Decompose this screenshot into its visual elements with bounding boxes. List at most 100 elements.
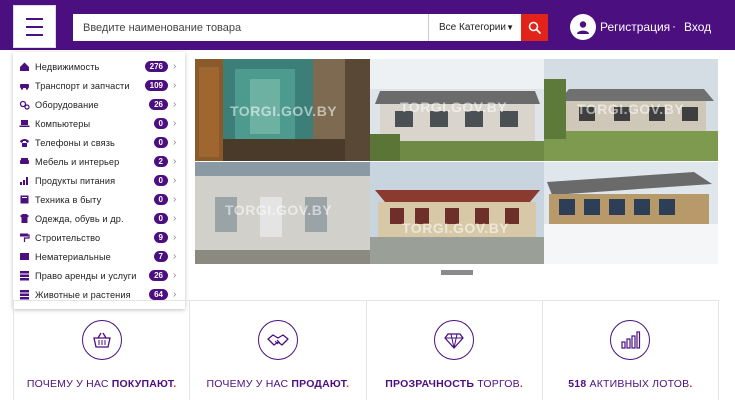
category-item[interactable]: Продукты питания 0 › <box>13 171 185 190</box>
category-count-badge: 9 <box>153 232 168 243</box>
category-label: Одежда, обувь и др. <box>35 213 124 224</box>
search-icon <box>528 21 541 34</box>
category-label: Телефоны и связь <box>35 137 115 148</box>
menu-line <box>26 25 43 28</box>
chevron-right-icon: › <box>173 213 177 224</box>
paint-roller-icon <box>19 232 30 243</box>
search-button[interactable] <box>521 14 548 41</box>
category-label: Животные и растения <box>35 289 131 300</box>
winter-building-photo <box>544 162 718 264</box>
feature-text: ПРОЗРАЧНОСТЬ ТОРГОВ. <box>385 378 523 390</box>
chevron-right-icon: › <box>173 270 177 281</box>
category-count-badge: 0 <box>153 137 168 148</box>
laptop-icon <box>19 118 30 129</box>
feature-text: ПОЧЕМУ У НАС ПОКУПАЮТ. <box>26 378 177 390</box>
search-bar: Все Категории ▼ <box>73 14 548 41</box>
category-count-badge: 7 <box>153 251 168 262</box>
lot-photo-gallery: TORGI.GOV.BY TORGI.GOV.BY TORGI.GOV.BY T… <box>195 59 718 264</box>
hamburger-menu-button[interactable] <box>13 5 56 48</box>
category-sidebar: Недвижимость 276 › Транспорт и запчасти 109 ›… <box>13 52 185 309</box>
handshake-icon <box>257 320 298 360</box>
category-item[interactable]: Одежда, обувь и др. 0 › <box>13 209 185 228</box>
phone-icon <box>19 137 30 148</box>
appliance-icon <box>19 194 30 205</box>
category-count-badge: 0 <box>153 118 168 129</box>
gallery-tile-rural-building[interactable]: TORGI.GOV.BY <box>370 59 544 161</box>
watermark: TORGI.GOV.BY <box>402 220 510 236</box>
gallery-tile-shop-building[interactable]: TORGI.GOV.BY <box>370 162 544 264</box>
category-item[interactable]: Техника в быту 0 › <box>13 190 185 209</box>
chart-bars-icon <box>19 175 30 186</box>
category-item[interactable]: Мебель и интерьер 2 › <box>13 152 185 171</box>
chevron-right-icon: › <box>173 251 177 262</box>
category-label: Техника в быту <box>35 194 102 205</box>
category-item[interactable]: Нематериальные 7 › <box>13 247 185 266</box>
chevron-right-icon: › <box>173 118 177 129</box>
gallery-pager-indicator[interactable] <box>441 270 473 275</box>
category-item[interactable]: Транспорт и запчасти 109 › <box>13 76 185 95</box>
chevron-right-icon: › <box>173 80 177 91</box>
menu-line <box>26 33 43 36</box>
category-count-badge: 0 <box>153 175 168 186</box>
category-count-badge: 26 <box>149 99 168 110</box>
gallery-tile-brick-building[interactable]: TORGI.GOV.BY <box>544 59 718 161</box>
house-icon <box>19 61 30 72</box>
header-separator: · <box>672 19 676 33</box>
category-count-badge: 276 <box>144 61 168 72</box>
category-count-badge: 2 <box>153 156 168 167</box>
gallery-tile-interior[interactable]: TORGI.GOV.BY <box>195 59 370 161</box>
category-item[interactable]: Оборудование 26 › <box>13 95 185 114</box>
gallery-tile-winter-building[interactable] <box>544 162 718 264</box>
features-row: ПОЧЕМУ У НАС ПОКУПАЮТ. ПОЧЕМУ У НАС ПРОД… <box>13 300 719 400</box>
menu-line <box>26 17 43 20</box>
category-item[interactable]: Компьютеры 0 › <box>13 114 185 133</box>
card-icon <box>19 251 30 262</box>
chevron-right-icon: › <box>173 194 177 205</box>
category-label: Оборудование <box>35 99 99 110</box>
stack-icon <box>19 270 30 281</box>
search-input[interactable] <box>73 14 428 41</box>
login-link[interactable]: Вход <box>684 20 711 34</box>
category-item[interactable]: Недвижимость 276 › <box>13 57 185 76</box>
chevron-right-icon: › <box>173 61 177 72</box>
category-item[interactable]: Строительство 9 › <box>13 228 185 247</box>
bar-chart-icon <box>610 320 651 360</box>
watermark: TORGI.GOV.BY <box>577 101 685 117</box>
feature-card-active-lots[interactable]: 518 АКТИВНЫХ ЛОТОВ. <box>543 301 718 400</box>
category-item[interactable]: Телефоны и связь 0 › <box>13 133 185 152</box>
feature-text: 518 АКТИВНЫХ ЛОТОВ. <box>568 378 693 390</box>
category-select[interactable]: Все Категории ▼ <box>428 14 521 41</box>
category-label: Недвижимость <box>35 61 100 72</box>
user-avatar-icon[interactable] <box>570 14 596 40</box>
basket-icon <box>81 320 122 360</box>
category-count-badge: 109 <box>144 80 168 91</box>
category-count-badge: 64 <box>149 289 168 300</box>
category-item[interactable]: Право аренды и услуги 26 › <box>13 266 185 285</box>
chevron-right-icon: › <box>173 137 177 148</box>
watermark: TORGI.GOV.BY <box>230 103 338 119</box>
register-link[interactable]: Регистрация <box>600 20 670 34</box>
chevron-right-icon: › <box>173 289 177 300</box>
diamond-icon <box>434 320 475 360</box>
chevron-right-icon: › <box>173 99 177 110</box>
top-header: Все Категории ▼ Регистрация · Вход <box>0 0 735 50</box>
category-label: Продукты питания <box>35 175 116 186</box>
feature-card-transparency[interactable]: ПРОЗРАЧНОСТЬ ТОРГОВ. <box>367 301 543 400</box>
watermark: TORGI.GOV.BY <box>225 202 333 218</box>
gallery-tile-white-building[interactable]: TORGI.GOV.BY <box>195 162 370 264</box>
category-count-badge: 0 <box>153 213 168 224</box>
shop-building-photo <box>370 162 544 264</box>
sofa-icon <box>19 156 30 167</box>
category-label: Транспорт и запчасти <box>35 80 130 91</box>
feature-card-buy[interactable]: ПОЧЕМУ У НАС ПОКУПАЮТ. <box>14 301 191 400</box>
category-select-value: Все Категории <box>439 22 506 33</box>
chevron-right-icon: › <box>173 156 177 167</box>
category-label: Право аренды и услуги <box>35 270 137 281</box>
category-label: Нематериальные <box>35 251 111 262</box>
chevron-right-icon: › <box>173 175 177 186</box>
caret-down-icon: ▼ <box>506 23 514 32</box>
feature-card-sell[interactable]: ПОЧЕМУ У НАС ПРОДАЮТ. <box>190 301 367 400</box>
category-count-badge: 26 <box>149 270 168 281</box>
category-count-badge: 0 <box>153 194 168 205</box>
gears-icon <box>19 99 30 110</box>
